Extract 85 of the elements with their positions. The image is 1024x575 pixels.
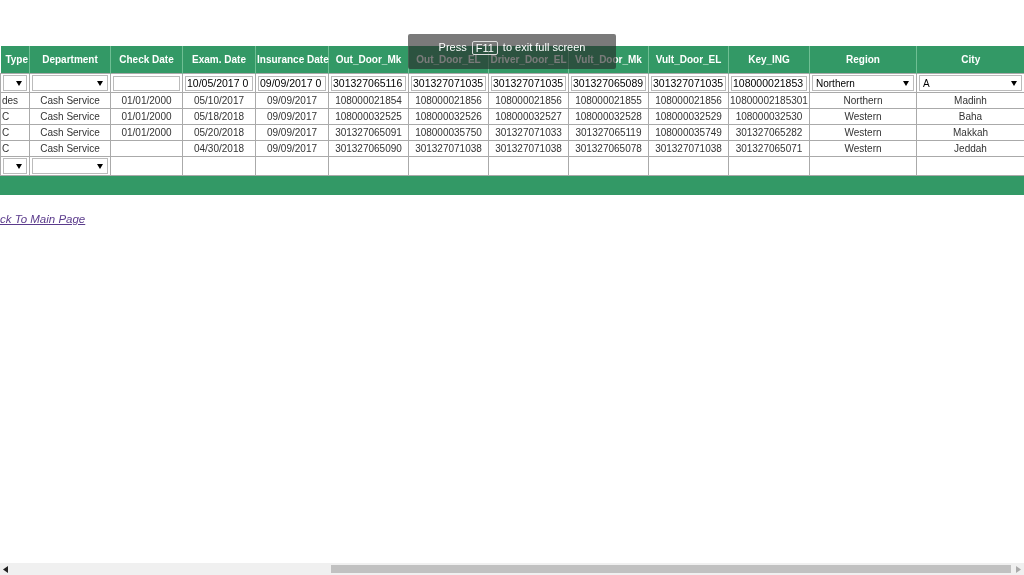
filter-dropdown[interactable]: Northern bbox=[812, 75, 914, 91]
table-cell: C bbox=[0, 124, 30, 141]
column-header[interactable]: Vult_Door_EL bbox=[655, 54, 722, 65]
table-cell: 108000032525 bbox=[328, 108, 409, 125]
table-cell: 09/09/2017 bbox=[255, 108, 329, 125]
table-cell: 301327065078 bbox=[568, 140, 649, 157]
table-cell: 301327065091 bbox=[328, 124, 409, 141]
table-cell: Western bbox=[809, 124, 917, 141]
table-cell: 108000035750 bbox=[408, 124, 489, 141]
table-cell: 108000035749 bbox=[648, 124, 729, 141]
table-cell: 108000021856 bbox=[648, 92, 729, 109]
table-cell: 09/09/2017 bbox=[255, 92, 329, 109]
table-cell: 05/10/2017 bbox=[182, 92, 256, 109]
column-header[interactable]: Type bbox=[5, 54, 28, 65]
dropdown-arrow-icon bbox=[97, 163, 103, 169]
column-header[interactable]: Exam. Date bbox=[192, 54, 246, 65]
filter-field[interactable]: 301327071035 bbox=[411, 75, 486, 91]
table-cell: 09/09/2017 bbox=[255, 124, 329, 141]
table-cell: Cash Service bbox=[29, 92, 111, 109]
column-header[interactable]: Insurance Date bbox=[257, 54, 329, 65]
table-cell: 301327071038 bbox=[648, 140, 729, 157]
key-label: F11 bbox=[471, 41, 498, 55]
table-cell: 301327071033 bbox=[488, 124, 569, 141]
table-cell: des bbox=[0, 92, 30, 109]
scroll-left-icon[interactable] bbox=[3, 565, 8, 573]
horizontal-scrollbar[interactable] bbox=[0, 563, 1024, 575]
table-cell: 108000032526 bbox=[408, 108, 489, 125]
dropdown-arrow-icon bbox=[1011, 80, 1017, 86]
table-cell: C bbox=[0, 108, 30, 125]
table-cell: 108000032527 bbox=[488, 108, 569, 125]
filter-field[interactable] bbox=[113, 75, 180, 91]
column-header[interactable]: Region bbox=[846, 54, 880, 65]
table-cell: 09/09/2017 bbox=[255, 140, 329, 157]
table-cell: Cash Service bbox=[29, 140, 111, 157]
filter-field[interactable]: 301327065116 bbox=[331, 75, 406, 91]
table-cell: 05/20/2018 bbox=[182, 124, 256, 141]
table-cell: 108000021856 bbox=[408, 92, 489, 109]
filter-field[interactable]: 301327065089 bbox=[571, 75, 646, 91]
column-header[interactable]: Out_Door_EL bbox=[416, 54, 481, 65]
table-cell: C bbox=[0, 140, 30, 157]
table-cell: 05/18/2018 bbox=[182, 108, 256, 125]
column-header[interactable]: Check Date bbox=[119, 54, 174, 65]
column-header[interactable]: Driver_Door_EL bbox=[490, 54, 567, 65]
table-cell: 301327071038 bbox=[408, 140, 489, 157]
column-header[interactable]: Key_ING bbox=[748, 54, 790, 65]
table-cell: 301327065090 bbox=[328, 140, 409, 157]
table-cell: 301327065282 bbox=[728, 124, 810, 141]
dropdown-arrow-icon bbox=[903, 80, 909, 86]
table-cell: Cash Service bbox=[29, 124, 111, 141]
table-cell: 04/30/2018 bbox=[182, 140, 256, 157]
dropdown-arrow-icon bbox=[16, 163, 22, 169]
dropdown-arrow-icon bbox=[16, 80, 22, 86]
table-cell: 10800002185301 bbox=[728, 92, 810, 109]
table-cell: 108000021854 bbox=[328, 92, 409, 109]
filter-dropdown[interactable] bbox=[3, 75, 27, 91]
table-cell: Cash Service bbox=[29, 108, 111, 125]
scroll-right-icon[interactable] bbox=[1016, 565, 1021, 573]
table-cell: 301327065119 bbox=[568, 124, 649, 141]
column-header[interactable]: City bbox=[961, 54, 981, 65]
table-cell: 108000021855 bbox=[568, 92, 649, 109]
table-cell: 108000032530 bbox=[728, 108, 810, 125]
column-header[interactable]: Department bbox=[42, 54, 98, 65]
filter-field[interactable]: 108000021853 bbox=[731, 75, 807, 91]
filter-field[interactable]: 301327071035 bbox=[651, 75, 726, 91]
filter-field[interactable]: 301327071035 bbox=[491, 75, 566, 91]
filter-dropdown[interactable]: A bbox=[919, 75, 1022, 91]
dropdown-arrow-icon bbox=[97, 80, 103, 86]
notice-text: Press bbox=[438, 41, 467, 53]
filter-dropdown[interactable] bbox=[3, 158, 27, 174]
table-cell: Western bbox=[809, 140, 917, 157]
table-cell: 108000032529 bbox=[648, 108, 729, 125]
table-cell: Northern bbox=[809, 92, 917, 109]
filter-field[interactable]: 09/09/2017 0 bbox=[258, 75, 326, 91]
table-cell: 01/01/2000 bbox=[110, 124, 183, 141]
notice-text: to exit full screen bbox=[502, 41, 586, 53]
table-cell: 301327065071 bbox=[728, 140, 810, 157]
column-header[interactable]: Out_Door_Mk bbox=[335, 54, 402, 65]
table-cell: 108000032528 bbox=[568, 108, 649, 125]
table-cell: 01/01/2000 bbox=[110, 108, 183, 125]
table-cell: 301327071038 bbox=[488, 140, 569, 157]
table-cell: Western bbox=[809, 108, 917, 125]
table-cell: 01/01/2000 bbox=[110, 92, 183, 109]
back-link[interactable]: ck To Main Page bbox=[0, 213, 86, 225]
table-cell: 108000021856 bbox=[488, 92, 569, 109]
filter-field[interactable]: 10/05/2017 0 bbox=[185, 75, 253, 91]
